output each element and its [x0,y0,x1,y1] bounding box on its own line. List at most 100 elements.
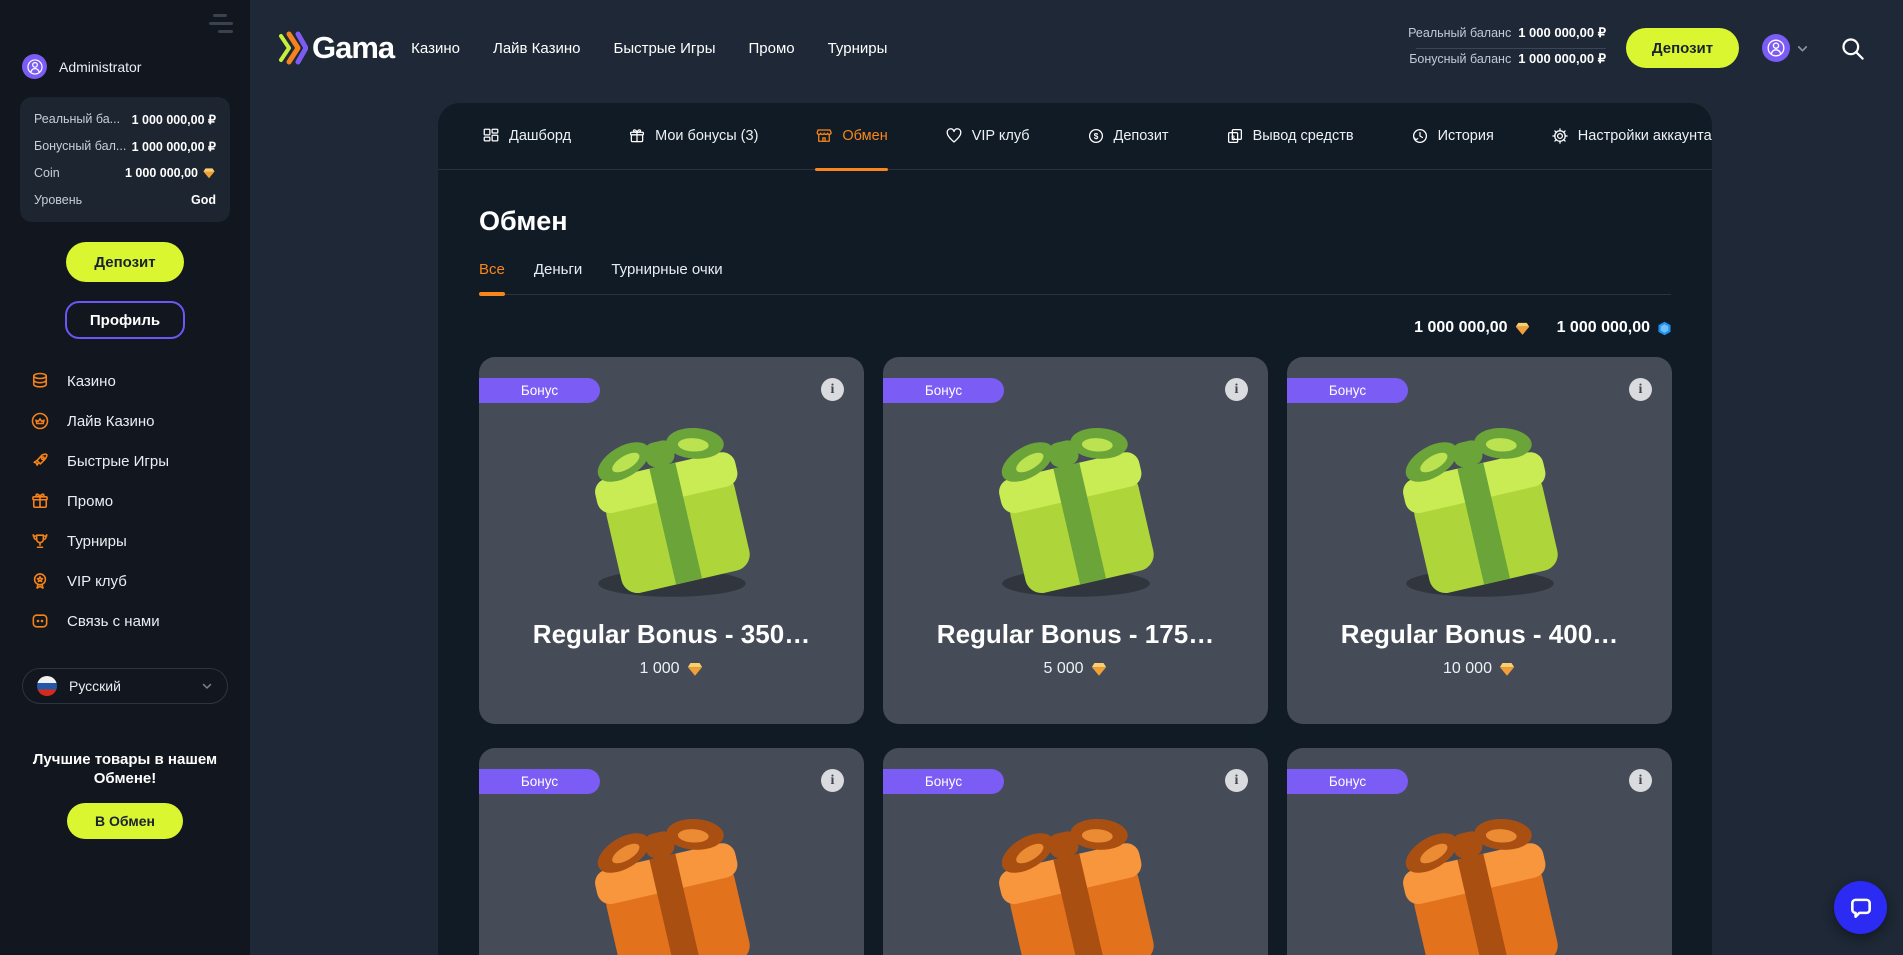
language-label: Русский [69,678,189,694]
bonus-title: Regular Bonus - 400… [1287,619,1672,650]
bonus-title: Regular Bonus - 175… [883,619,1268,650]
tournaments-trophy-icon [30,531,50,551]
user-avatar [22,54,47,79]
shop-wallet: 1 000 000,00 1 000 000,00 [438,319,1673,337]
top-nav-casino[interactable]: Казино [411,40,460,57]
shop-filters: Все Деньги Турнирные очки [479,261,1671,295]
info-icon[interactable]: i [1629,769,1652,792]
sidebar-profile-button[interactable]: Профиль [65,301,185,339]
orange-gem-icon [1090,660,1108,678]
info-icon[interactable]: i [821,378,844,401]
info-icon[interactable]: i [1225,769,1248,792]
bonus-card[interactable]: Бонус i [1287,748,1672,955]
sidebar-item-casino[interactable]: Казино [0,361,250,401]
history-icon [1411,127,1429,145]
gift-icon [628,127,646,145]
info-icon[interactable]: i [1225,378,1248,401]
sidebar-promo-text: Лучшие товары в нашем Обмене! [28,750,223,788]
dashboard-icon [482,127,500,145]
bonus-price: 10 000 [1287,660,1672,678]
chat-bubble-icon [1848,895,1874,921]
bonus-badge: Бонус [1287,378,1408,403]
filter-tournament-points[interactable]: Турнирные очки [611,261,722,294]
bonus-price: 5 000 [883,660,1268,678]
blue-gem-icon [1656,320,1673,337]
info-icon[interactable]: i [821,769,844,792]
top-nav-fast-games[interactable]: Быстрые Игры [613,40,715,57]
bonus-card[interactable]: Бонус i Regular Bonus - 400… 10 000 [1287,357,1672,724]
real-balance-label: Реальный баланс [1408,26,1511,40]
user-name: Administrator [59,59,141,75]
account-panel: Дашборд Мои бонусы (3) Обмен VIP клуб $ … [438,103,1712,955]
search-icon [1839,35,1866,62]
account-menu[interactable] [1762,34,1809,62]
gift-box-image [569,796,774,955]
top-nav: Казино Лайв Казино Быстрые Игры Промо Ту… [411,40,887,57]
svg-text:$: $ [1093,132,1098,141]
bonus-badge: Бонус [1287,769,1408,794]
gift-box-image [973,796,1178,955]
language-selector[interactable]: Русский [22,668,228,704]
tab-withdraw[interactable]: $ Вывод средств [1226,103,1354,169]
sidebar: Administrator Реальный ба... 1 000 000,0… [0,0,250,955]
withdraw-icon: $ [1226,127,1244,145]
contact-chat-icon [30,611,50,631]
top-nav-tournaments[interactable]: Турниры [828,40,888,57]
bonus-card[interactable]: Бонус i [883,748,1268,955]
tab-account-settings[interactable]: Настройки аккаунта [1551,103,1712,169]
sidebar-deposit-button[interactable]: Депозит [66,242,184,282]
stat-coin: Coin 1 000 000,00 [34,164,216,182]
sidebar-item-live-casino[interactable]: Лайв Казино [0,401,250,441]
bonus-badge: Бонус [479,769,600,794]
bonus-cards-grid: Бонус i Regular Bonus - 350… 1 000 Бонус… [479,357,1672,955]
balance-stats-card: Реальный ба... 1 000 000,00 ₽ Бонусный б… [20,97,230,222]
top-nav-live-casino[interactable]: Лайв Казино [493,40,581,57]
gift-box-image [973,405,1178,600]
orange-gem-icon [686,660,704,678]
casino-chips-icon [30,371,50,391]
wallet-coins: 1 000 000,00 [1414,319,1530,337]
bonus-card[interactable]: Бонус i [479,748,864,955]
fast-games-rocket-icon [30,451,50,471]
bonus-card[interactable]: Бонус i Regular Bonus - 175… 5 000 [883,357,1268,724]
stat-real-balance: Реальный ба... 1 000 000,00 ₽ [34,110,216,128]
shop-icon [815,127,833,145]
top-bar: Gama Казино Лайв Казино Быстрые Игры Про… [250,0,1903,96]
sidebar-item-contact[interactable]: Связь с нами [0,601,250,641]
sidebar-user[interactable]: Administrator [22,54,228,79]
tab-vip-club[interactable]: VIP клуб [945,103,1030,169]
sidebar-item-promo[interactable]: Промо [0,481,250,521]
live-chat-button[interactable] [1834,881,1887,934]
wallet-points: 1 000 000,00 [1557,319,1673,337]
coin-gem-icon [202,166,216,180]
sidebar-item-tournaments[interactable]: Турниры [0,521,250,561]
sidebar-toggle-hamburger-icon[interactable] [209,14,233,33]
chevron-down-icon [201,680,213,692]
bonus-card[interactable]: Бонус i Regular Bonus - 350… 1 000 [479,357,864,724]
vip-medal-icon [30,571,50,591]
tab-history[interactable]: История [1411,103,1494,169]
tab-deposit[interactable]: $ Депозит [1087,103,1169,169]
filter-money[interactable]: Деньги [534,261,582,294]
gift-box-image [1377,796,1582,955]
go-to-shop-button[interactable]: В Обмен [67,803,183,839]
bonus-balance-value: 1 000 000,00 ₽ [1518,51,1606,67]
person-icon [1766,38,1786,58]
coin-icon: $ [1087,127,1105,145]
sidebar-item-vip-club[interactable]: VIP клуб [0,561,250,601]
info-icon[interactable]: i [1629,378,1652,401]
chevron-down-icon [1796,42,1809,55]
bonus-price: 1 000 [479,660,864,678]
sidebar-item-fast-games[interactable]: Быстрые Игры [0,441,250,481]
gama-logo-icon [278,30,308,66]
tab-my-bonuses[interactable]: Мои бонусы (3) [628,103,758,169]
top-nav-promo[interactable]: Промо [748,40,794,57]
tab-dashboard[interactable]: Дашборд [482,103,571,169]
gift-box-image [569,405,774,600]
tab-shop[interactable]: Обмен [815,103,887,169]
search-button[interactable] [1839,35,1866,62]
svg-text:$: $ [1231,135,1235,142]
filter-all[interactable]: Все [479,261,505,294]
gama-logo[interactable]: Gama [278,30,394,66]
header-deposit-button[interactable]: Депозит [1626,28,1739,68]
